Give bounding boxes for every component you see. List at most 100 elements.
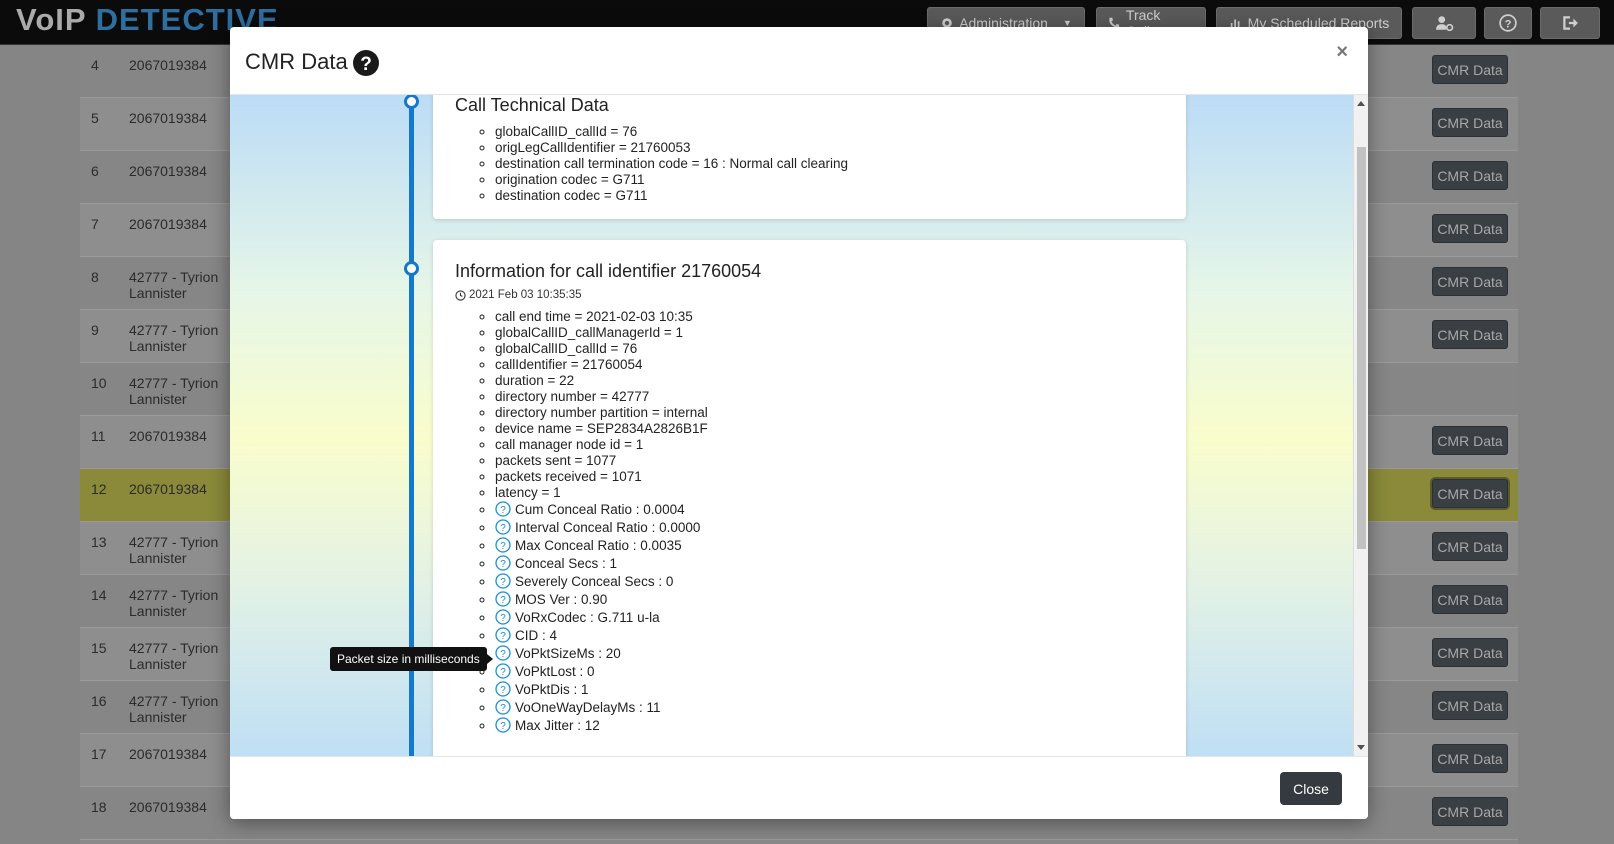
cmr-data-button[interactable]: CMR Data (1432, 479, 1508, 508)
question-circle-icon[interactable]: ? (495, 501, 511, 517)
row-name: 42777 - Tyrion Lannister (129, 693, 219, 725)
cmr-data-button[interactable]: CMR Data (1432, 532, 1508, 561)
metric-text: Severely Conceal Secs : 0 (515, 574, 674, 589)
svg-text:?: ? (500, 721, 506, 732)
clock-icon (455, 289, 466, 301)
metric-text: Max Jitter : 12 (515, 718, 600, 733)
scroll-thumb[interactable] (1357, 147, 1366, 549)
tooltip: Packet size in milliseconds (330, 647, 493, 671)
metric-item: ? VoPktSizeMs : 20 (495, 645, 700, 663)
row-name: 42777 - Tyrion Lannister (129, 587, 219, 619)
svg-text:?: ? (360, 54, 372, 75)
close-icon[interactable]: × (1336, 41, 1348, 64)
list-item: directory number partition = internal (495, 405, 708, 421)
row-number: 18 (91, 799, 107, 815)
sign-out-icon (1563, 16, 1578, 30)
list-item: packets received = 1071 (495, 469, 708, 485)
cmr-data-button[interactable]: CMR Data (1432, 108, 1508, 137)
cmr-data-button[interactable]: CMR Data (1432, 691, 1508, 720)
svg-text:?: ? (500, 595, 506, 606)
question-circle-icon[interactable]: ? (495, 609, 511, 625)
question-circle-icon[interactable]: ? (495, 681, 511, 697)
list-item: call manager node id = 1 (495, 437, 708, 453)
cmr-data-button[interactable]: CMR Data (1432, 585, 1508, 614)
cmr-data-button[interactable]: CMR Data (1432, 744, 1508, 773)
row-name: 2067019384 (129, 57, 207, 73)
cmr-data-button[interactable]: CMR Data (1432, 320, 1508, 349)
timestamp: 2021 Feb 03 10:35:35 (455, 289, 582, 301)
svg-text:?: ? (500, 703, 506, 714)
question-circle-icon[interactable]: ? (495, 717, 511, 733)
cmr-data-button[interactable]: CMR Data (1432, 426, 1508, 455)
row-number: 14 (91, 587, 107, 603)
row-name: 2067019384 (129, 799, 207, 815)
question-circle-icon[interactable]: ? (495, 519, 511, 535)
logout-button[interactable] (1540, 7, 1600, 39)
list-item: device name = SEP2834A2826B1F (495, 421, 708, 437)
scroll-up-arrow[interactable] (1357, 101, 1365, 106)
metric-text: Conceal Secs : 1 (515, 556, 618, 571)
list-item: destination call termination code = 16 :… (495, 156, 848, 172)
metric-text: Interval Conceal Ratio : 0.0000 (515, 520, 701, 535)
svg-text:?: ? (1505, 19, 1512, 31)
metric-item: ? Interval Conceal Ratio : 0.0000 (495, 519, 700, 537)
svg-text:?: ? (500, 559, 506, 570)
cmr-data-button[interactable]: CMR Data (1432, 161, 1508, 190)
row-name: 42777 - Tyrion Lannister (129, 534, 219, 566)
cmr-data-button[interactable]: CMR Data (1432, 797, 1508, 826)
cmr-data-button[interactable]: CMR Data (1432, 55, 1508, 84)
list-item: globalCallID_callManagerId = 1 (495, 325, 708, 341)
question-circle-icon[interactable]: ? (495, 591, 511, 607)
scroll-down-arrow[interactable] (1357, 745, 1365, 750)
cmr-data-button[interactable]: CMR Data (1432, 267, 1508, 296)
metric-item: ? Max Conceal Ratio : 0.0035 (495, 537, 700, 555)
row-name: 42777 - Tyrion Lannister (129, 375, 219, 407)
question-circle-icon[interactable]: ? (495, 573, 511, 589)
metric-text: VoRxCodec : G.711 u-la (515, 610, 660, 625)
svg-text:?: ? (500, 631, 506, 642)
metric-item: ? VoRxCodec : G.711 u-la (495, 609, 700, 627)
question-circle-icon[interactable]: ? (495, 555, 511, 571)
metric-item: ? VoOneWayDelayMs : 11 (495, 699, 700, 717)
modal-scrollbar[interactable] (1353, 95, 1368, 756)
metric-text: VoPktDis : 1 (515, 682, 589, 697)
question-circle-icon[interactable]: ? (495, 537, 511, 553)
svg-text:?: ? (500, 577, 506, 588)
metric-item: ? Max Jitter : 12 (495, 717, 700, 735)
svg-text:?: ? (500, 667, 506, 678)
list-item: directory number = 42777 (495, 389, 708, 405)
help-button[interactable]: ? (1484, 7, 1532, 39)
metric-item: ? CID : 4 (495, 627, 700, 645)
row-name: 2067019384 (129, 110, 207, 126)
user-gear-icon (1436, 16, 1454, 32)
svg-text:?: ? (500, 613, 506, 624)
metric-item: ? VoPktLost : 0 (495, 663, 700, 681)
timeline-dot (404, 261, 419, 276)
row-name: 2067019384 (129, 163, 207, 179)
card-title: Call Technical Data (455, 95, 609, 115)
question-circle-icon[interactable]: ? (495, 645, 511, 661)
metric-text: Cum Conceal Ratio : 0.0004 (515, 502, 685, 517)
timeline-dot (404, 95, 419, 109)
close-button[interactable]: Close (1280, 772, 1342, 805)
row-number: 7 (91, 216, 99, 232)
question-circle-icon[interactable]: ? (495, 699, 511, 715)
svg-text:?: ? (500, 505, 506, 516)
cmr-data-button[interactable]: CMR Data (1432, 214, 1508, 243)
row-number: 15 (91, 640, 107, 656)
metric-text: CID : 4 (515, 628, 558, 643)
row-name: 2067019384 (129, 216, 207, 232)
question-circle-icon[interactable]: ? (352, 49, 380, 77)
metric-text: MOS Ver : 0.90 (515, 592, 608, 607)
cmr-data-button[interactable]: CMR Data (1432, 638, 1508, 667)
svg-text:?: ? (500, 649, 506, 660)
row-number: 12 (91, 481, 107, 497)
metric-text: VoPktSizeMs : 20 (515, 646, 621, 661)
metric-item: ? Conceal Secs : 1 (495, 555, 700, 573)
svg-text:?: ? (500, 523, 506, 534)
question-circle-icon[interactable]: ? (495, 627, 511, 643)
row-number: 5 (91, 110, 99, 126)
user-settings-button[interactable] (1412, 7, 1476, 39)
question-circle-icon[interactable]: ? (495, 663, 511, 679)
call-technical-data-card: Call Technical Data globalCallID_callId … (433, 95, 1186, 219)
